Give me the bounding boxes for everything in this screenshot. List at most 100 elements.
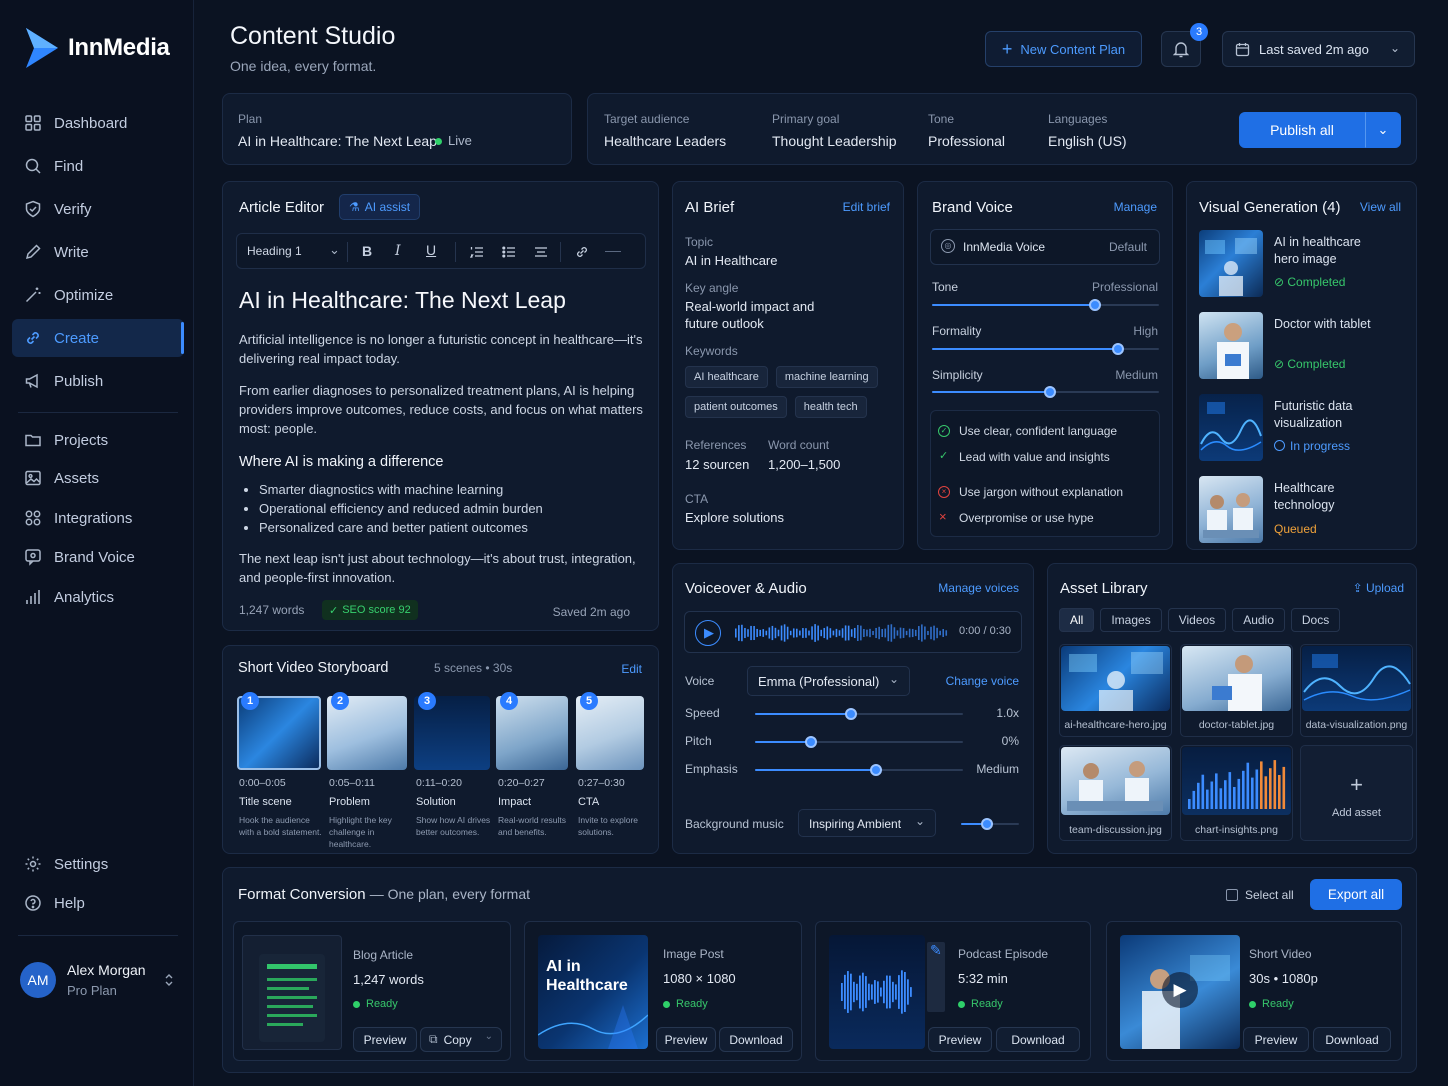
preview-button[interactable]: Preview <box>353 1027 417 1052</box>
sidebar-item-write[interactable]: Write <box>12 233 184 271</box>
keyword-chip[interactable]: machine learning <box>775 366 878 388</box>
sidebar-item-publish[interactable]: Publish <box>12 362 184 400</box>
logo[interactable]: InnMedia <box>24 26 170 70</box>
visual-thumbnail[interactable] <box>1199 476 1263 543</box>
article-subheading[interactable]: Where AI is making a difference <box>239 454 443 470</box>
tab-videos[interactable]: Videos <box>1167 608 1227 632</box>
asset-tile[interactable]: team-discussion.jpg <box>1059 745 1172 841</box>
copy-button[interactable]: ⧉ Copy ⌄ <box>420 1027 502 1052</box>
article-paragraph[interactable]: From earlier diagnoses to personalized t… <box>239 381 643 438</box>
new-content-plan-button[interactable]: + New Content Plan <box>985 31 1142 67</box>
save-status-dropdown[interactable]: Last saved 2m ago ⌄ <box>1222 31 1415 67</box>
speed-slider[interactable] <box>755 708 963 720</box>
manage-voice-link[interactable]: Manage <box>1114 200 1157 214</box>
slider-knob[interactable] <box>1112 343 1125 355</box>
emphasis-slider[interactable] <box>755 764 963 776</box>
download-button[interactable]: Download <box>1313 1027 1391 1052</box>
checkbox[interactable] <box>1226 889 1238 901</box>
preview-button[interactable]: Preview <box>656 1027 716 1052</box>
play-button[interactable]: ▶ <box>695 620 721 646</box>
preview-button[interactable]: Preview <box>928 1027 992 1052</box>
article-title[interactable]: AI in Healthcare: The Next Leap <box>239 287 566 314</box>
underline-button[interactable]: U <box>426 242 436 258</box>
tab-images[interactable]: Images <box>1100 608 1162 632</box>
keyword-chip[interactable]: health tech <box>794 396 867 418</box>
slider-knob[interactable] <box>869 764 882 776</box>
storyboard-scene[interactable]: 1 0:00–0:05 Title scene Hook the audience w… <box>237 692 327 846</box>
sidebar-item-projects[interactable]: Projects <box>12 421 184 459</box>
sidebar-item-settings[interactable]: Settings <box>12 845 184 883</box>
view-all-link[interactable]: View all <box>1360 200 1401 214</box>
divider-insert-button[interactable] <box>605 251 621 252</box>
sidebar-item-create[interactable]: Create <box>12 319 184 357</box>
add-asset-button[interactable]: + Add asset <box>1300 745 1413 841</box>
align-icon[interactable] <box>534 245 548 259</box>
tab-all[interactable]: All <box>1059 608 1095 632</box>
visual-thumbnail[interactable] <box>1199 394 1263 461</box>
asset-tile[interactable]: chart-insights.png <box>1180 745 1293 841</box>
sidebar-item-optimize[interactable]: Optimize <box>12 276 184 314</box>
ai-assist-button[interactable]: ⚗ AI assist <box>339 194 421 220</box>
keyword-chip[interactable]: patient outcomes <box>685 396 787 418</box>
user-menu[interactable]: AM Alex Morgan Pro Plan <box>20 962 180 1002</box>
slider-knob[interactable] <box>805 736 818 748</box>
ordered-list-icon[interactable] <box>470 245 484 259</box>
voice-profile-select[interactable]: ◎ InnMedia Voice Default <box>930 229 1160 265</box>
visual-thumbnail[interactable] <box>1199 312 1263 379</box>
format-item-image-post[interactable]: AI in Healthcare Image Post 1080 × 1080 … <box>524 921 802 1061</box>
storyboard-scene[interactable]: 3 0:11–0:20 Solution Show how AI drives bet… <box>414 692 496 846</box>
sidebar-item-brand-voice[interactable]: Brand Voice <box>12 538 184 576</box>
download-button[interactable]: Download <box>719 1027 793 1052</box>
download-button[interactable]: Download <box>996 1027 1080 1052</box>
heading-select[interactable]: Heading 1 <box>247 244 302 258</box>
pitch-slider[interactable] <box>755 736 963 748</box>
slider-knob[interactable] <box>981 818 994 830</box>
edit-brief-link[interactable]: Edit brief <box>843 200 890 214</box>
notifications-button[interactable]: 3 <box>1161 23 1208 67</box>
asset-tile[interactable]: ai-healthcare-hero.jpg <box>1059 644 1172 737</box>
slider-knob[interactable] <box>844 708 857 720</box>
link-icon[interactable] <box>575 245 589 259</box>
export-all-button[interactable]: Export all <box>1310 879 1402 910</box>
slider-knob[interactable] <box>1089 299 1102 311</box>
storyboard-scene[interactable]: 2 0:05–0:11 Problem Highlight the key chall… <box>327 692 413 849</box>
sidebar-item-integrations[interactable]: Integrations <box>12 499 184 537</box>
italic-button[interactable]: I <box>395 243 401 259</box>
sidebar-item-help[interactable]: Help <box>12 884 184 922</box>
select-all-checkbox[interactable]: Select all <box>1226 888 1294 902</box>
sidebar-item-verify[interactable]: Verify <box>12 190 184 228</box>
publish-options-button[interactable]: ⌄ <box>1365 112 1401 148</box>
change-voice-link[interactable]: Change voice <box>946 674 1019 688</box>
music-volume-slider[interactable] <box>961 818 1019 830</box>
background-music-select[interactable]: Inspiring Ambient ⌄ <box>798 809 936 837</box>
tone-slider[interactable] <box>932 299 1159 311</box>
formality-slider[interactable] <box>932 343 1159 355</box>
storyboard-scene[interactable]: 4 0:20–0:27 Impact Real-world results and b… <box>496 692 574 846</box>
tab-docs[interactable]: Docs <box>1290 608 1341 632</box>
play-icon[interactable]: ▶ <box>1162 972 1198 1008</box>
storyboard-scene[interactable]: 5 0:27–0:30 CTA Invite to explore solutions… <box>576 692 650 846</box>
tab-audio[interactable]: Audio <box>1232 608 1285 632</box>
keyword-chip[interactable]: AI healthcare <box>685 366 768 388</box>
bold-button[interactable]: B <box>362 243 372 259</box>
sidebar-item-analytics[interactable]: Analytics <box>12 578 184 616</box>
article-paragraph[interactable]: The next leap isn't just about technolog… <box>239 549 643 587</box>
asset-tile[interactable]: doctor-tablet.jpg <box>1180 644 1293 737</box>
voice-select[interactable]: Emma (Professional) ⌄ <box>747 666 910 696</box>
preview-button[interactable]: Preview <box>1243 1027 1309 1052</box>
sidebar-item-find[interactable]: Find <box>12 147 184 185</box>
asset-tile[interactable]: data-visualization.png <box>1300 644 1413 737</box>
bullet-list-icon[interactable] <box>502 245 516 259</box>
visual-thumbnail[interactable] <box>1199 230 1263 297</box>
format-item-podcast[interactable]: ✎ Podcast Episode 5:32 min Ready Preview… <box>815 921 1091 1061</box>
slider-knob[interactable] <box>1044 386 1057 398</box>
format-item-short-video[interactable]: ▶ Short Video 30s • 1080p Ready Preview … <box>1106 921 1402 1061</box>
storyboard-edit-link[interactable]: Edit <box>621 662 642 676</box>
simplicity-slider[interactable] <box>932 386 1159 398</box>
article-paragraph[interactable]: Artificial intelligence is no longer a f… <box>239 330 643 368</box>
article-bullet-list[interactable]: Smarter diagnostics with machine learnin… <box>259 480 643 537</box>
manage-voices-link[interactable]: Manage voices <box>938 581 1019 595</box>
waveform[interactable] <box>735 620 949 646</box>
sidebar-item-assets[interactable]: Assets <box>12 459 184 497</box>
publish-all-button[interactable]: Publish all <box>1239 112 1365 148</box>
